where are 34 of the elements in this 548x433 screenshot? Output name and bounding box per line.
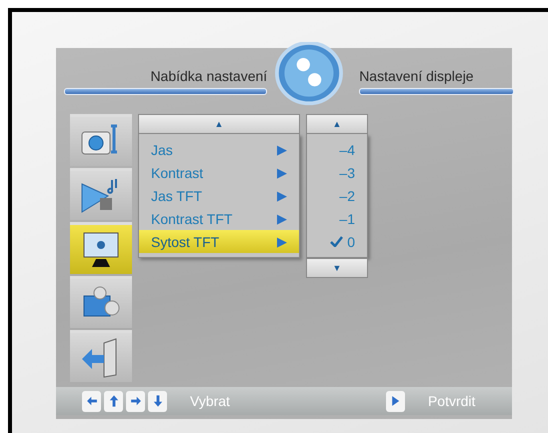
section-title: Nastavení displeje <box>359 68 474 84</box>
select-hint: Vybrat <box>190 393 230 409</box>
value-label: –2 <box>339 188 355 204</box>
right-arrow-key-icon <box>126 390 145 412</box>
value-option[interactable]: –3 <box>307 161 367 184</box>
menu-item[interactable]: Sytost TFT ▶ <box>139 230 299 253</box>
scroll-up-button[interactable]: ▲ <box>138 114 300 134</box>
value-option[interactable]: –4 <box>307 138 367 161</box>
value-label: 0 <box>347 234 355 250</box>
up-arrow-key-icon <box>104 390 123 412</box>
submenu-arrow: ▶ <box>277 234 287 249</box>
down-arrow-key-icon <box>148 390 167 412</box>
menu-item[interactable]: Kontrast TFT ▶ <box>139 207 299 230</box>
value-option[interactable]: 0 <box>307 230 367 253</box>
menu-item[interactable]: Jas TFT ▶ <box>139 184 299 207</box>
submenu-arrow: ▶ <box>277 188 287 203</box>
left-arrow-key-icon <box>82 390 101 412</box>
value-option[interactable]: –1 <box>307 207 367 230</box>
scroll-down-button[interactable]: ▼ <box>306 258 368 278</box>
value-label: –4 <box>339 142 355 158</box>
play-key-icon <box>386 390 405 412</box>
submenu-arrow: ▶ <box>277 165 287 180</box>
value-label: –3 <box>339 164 355 180</box>
confirm-hint: Potvrdit <box>428 393 476 409</box>
submenu-arrow: ▶ <box>277 142 287 157</box>
submenu-arrow: ▶ <box>277 211 287 226</box>
category-button[interactable] <box>70 222 132 274</box>
menu-item[interactable]: Jas ▶ <box>139 138 299 161</box>
value-label: –1 <box>339 210 355 226</box>
menu-item[interactable]: Kontrast ▶ <box>139 161 299 184</box>
check-icon <box>330 236 343 247</box>
value-option[interactable]: –2 <box>307 184 367 207</box>
menu-title: Nabídka nastavení <box>150 68 268 84</box>
scroll-up-button[interactable]: ▲ <box>306 114 368 134</box>
